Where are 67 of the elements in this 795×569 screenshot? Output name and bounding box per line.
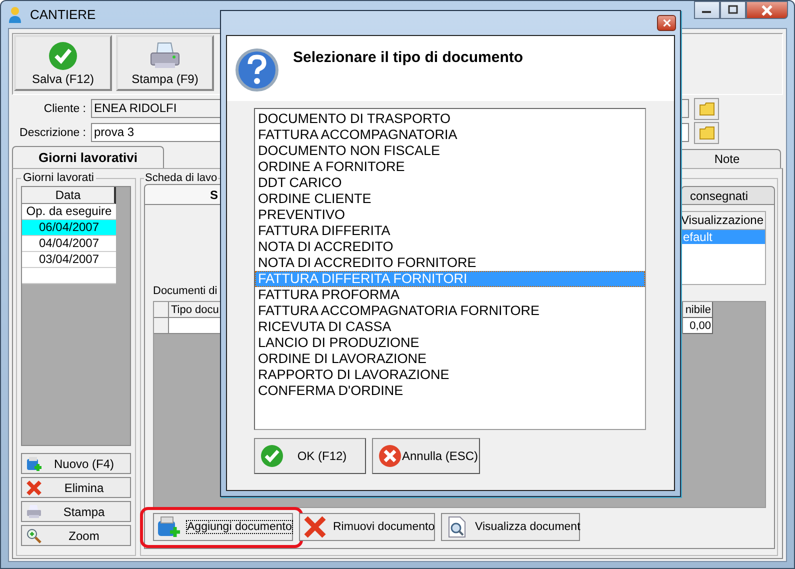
section-label: Documenti di bbox=[153, 285, 218, 299]
tab[interactable]: Giorni lavorativi bbox=[12, 146, 164, 168]
view-document-button[interactable]: Visualizza document bbox=[441, 513, 580, 541]
list-item[interactable]: DOCUMENTO DI TRASPORTO bbox=[255, 111, 645, 127]
group-title: Scheda di lavo bbox=[144, 172, 218, 184]
row-indicator bbox=[154, 302, 169, 318]
close-button[interactable] bbox=[746, 1, 788, 19]
magnifier-icon bbox=[26, 528, 42, 544]
add-document-button[interactable]: Aggiungi documento bbox=[153, 513, 293, 541]
list-item[interactable]: RAPPORTO DI LAVORAZIONE bbox=[255, 367, 645, 383]
printer-icon bbox=[26, 504, 42, 520]
close-button[interactable] bbox=[657, 15, 676, 31]
delete-button[interactable]: Elimina bbox=[21, 477, 131, 498]
close-icon bbox=[662, 19, 670, 27]
add-document-icon bbox=[157, 516, 181, 538]
ok-button[interactable]: OK (F12) bbox=[254, 438, 366, 474]
list-item[interactable]: NOTA DI ACCREDITO FORNITORE bbox=[255, 255, 645, 271]
table-row[interactable]: Op. da eseguire bbox=[22, 204, 116, 220]
delete-document-button[interactable]: Rimuovi documento bbox=[299, 513, 435, 541]
table-row[interactable]: 03/04/2007 bbox=[22, 252, 116, 268]
folder-icon bbox=[698, 126, 714, 140]
column-header: Data bbox=[22, 187, 116, 204]
delete-icon bbox=[26, 480, 42, 496]
cancel-button[interactable]: Annulla (ESC) bbox=[372, 438, 480, 474]
list-item[interactable]: PREVENTIVO bbox=[255, 207, 645, 223]
list-item[interactable]: FATTURA DIFFERITA bbox=[255, 223, 645, 239]
group-title: Giorni lavorati bbox=[22, 172, 95, 184]
folder-icon bbox=[698, 102, 714, 116]
table-row[interactable]: 04/04/2007 bbox=[22, 236, 116, 252]
list-item[interactable]: LANCIO DI PRODUZIONE bbox=[255, 335, 645, 351]
save-button[interactable]: Salva (F12) bbox=[14, 35, 112, 91]
list-item[interactable]: NOTA DI ACCREDITO bbox=[255, 239, 645, 255]
print-button[interactable]: Stampa bbox=[21, 501, 131, 522]
list-item[interactable]: CONFERMA D'ORDINE bbox=[255, 383, 645, 399]
list-item[interactable]: RICEVUTA DI CASSA bbox=[255, 319, 645, 335]
table-row[interactable]: 06/04/2007 bbox=[22, 220, 116, 236]
table-cell: 0,00 bbox=[683, 318, 713, 334]
window-title: CANTIERE bbox=[30, 7, 96, 22]
question-icon bbox=[235, 48, 279, 92]
maximize-button[interactable] bbox=[720, 1, 746, 19]
row-indicator bbox=[154, 318, 169, 334]
column-header: nibile bbox=[683, 302, 713, 318]
browse-button[interactable] bbox=[694, 98, 719, 120]
dialog-title: Selezionare il tipo di documento bbox=[293, 49, 524, 66]
zoom-button[interactable]: Zoom bbox=[21, 525, 131, 546]
cancel-icon bbox=[378, 444, 402, 468]
add-document-icon bbox=[26, 456, 42, 472]
list-item[interactable]: FATTURA ACCOMPAGNATORIA FORNITORE bbox=[255, 303, 645, 319]
check-icon bbox=[48, 41, 78, 71]
close-icon bbox=[760, 4, 774, 16]
check-icon bbox=[260, 444, 284, 468]
printer-icon bbox=[149, 41, 181, 71]
browse-button[interactable] bbox=[694, 122, 719, 144]
list-item[interactable]: ORDINE A FORNITORE bbox=[255, 159, 645, 175]
new-button[interactable]: Nuovo (F4) bbox=[21, 453, 131, 474]
tab[interactable]: consegnati bbox=[681, 186, 775, 204]
field-label: Descrizione : bbox=[18, 126, 87, 138]
delete-icon bbox=[303, 516, 327, 538]
maximize-icon bbox=[727, 5, 739, 15]
list-item[interactable]: ORDINE DI LAVORAZIONE bbox=[255, 351, 645, 367]
print-button[interactable]: Stampa (F9) bbox=[116, 35, 214, 91]
minimize-button[interactable] bbox=[694, 1, 720, 19]
person-icon bbox=[7, 6, 23, 24]
list-item[interactable]: FATTURA PROFORMA bbox=[255, 287, 645, 303]
list-item[interactable]: FATTURA ACCOMPAGNATORIA bbox=[255, 127, 645, 143]
list-item[interactable]: DOCUMENTO NON FISCALE bbox=[255, 143, 645, 159]
field-label: Cliente : bbox=[42, 102, 87, 114]
